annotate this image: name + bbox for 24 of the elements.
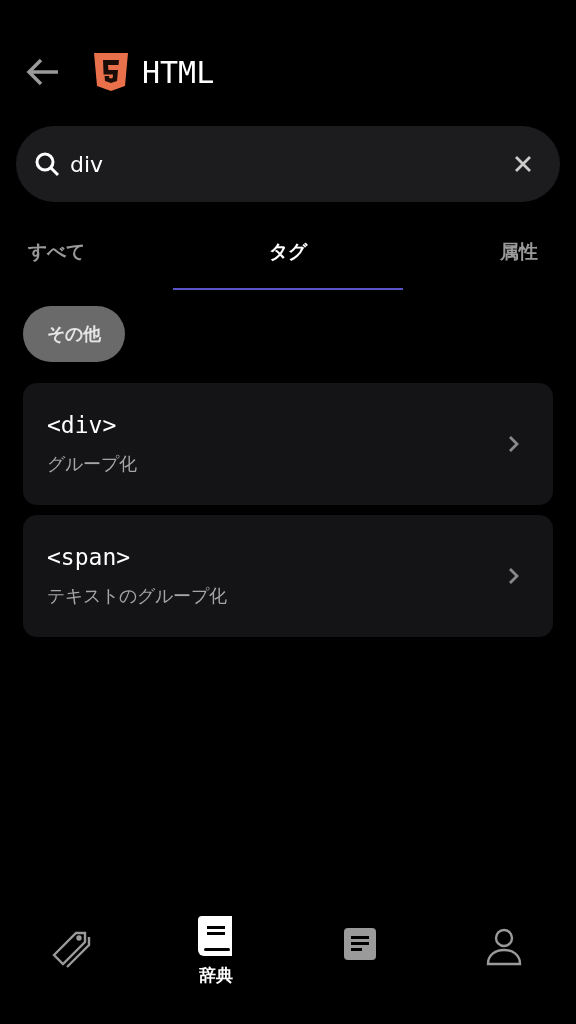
nav-label: 辞典 — [199, 965, 233, 987]
tab[interactable]: すべて — [0, 224, 173, 290]
back-button[interactable] — [26, 58, 60, 86]
search-field[interactable]: div — [70, 151, 504, 177]
filter-chip[interactable]: その他 — [23, 306, 125, 362]
page-title: HTML — [142, 54, 215, 90]
book-icon — [198, 916, 234, 958]
clear-button[interactable] — [514, 155, 532, 173]
person-icon — [486, 928, 522, 966]
tag-description: テキストのグループ化 — [47, 584, 228, 608]
document-icon — [344, 928, 376, 960]
tab[interactable]: 属性 — [403, 224, 576, 290]
result-card[interactable]: <div> グループ化 — [23, 383, 553, 505]
result-card[interactable]: <span> テキストのグループ化 — [23, 515, 553, 637]
search-icon — [34, 151, 60, 177]
nav-tab[interactable]: 辞典 — [144, 916, 288, 987]
tab[interactable]: タグ — [173, 224, 403, 290]
tag-name: <div> — [47, 412, 118, 438]
chevron-right-icon — [508, 435, 519, 453]
html5-logo-icon — [94, 53, 128, 91]
chevron-right-icon — [508, 567, 519, 585]
tag-description: グループ化 — [47, 452, 138, 476]
search-bar[interactable]: div — [16, 126, 560, 202]
tag-name: <span> — [47, 544, 132, 570]
